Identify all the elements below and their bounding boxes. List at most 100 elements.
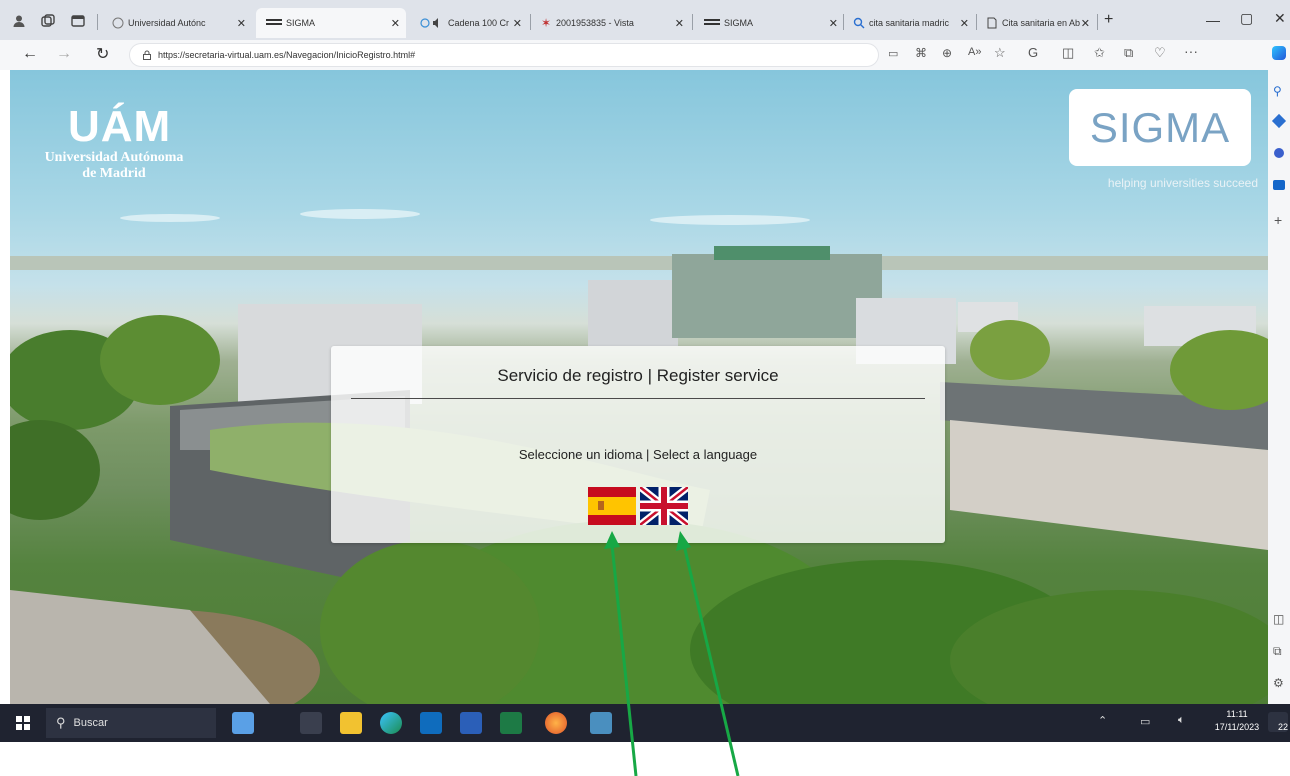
tab-label: Cadena 100 Cr xyxy=(448,18,510,28)
collections-icon[interactable]: ⧉ xyxy=(1124,45,1133,61)
app-icon[interactable] xyxy=(590,712,612,734)
close-tab-icon[interactable]: ✕ xyxy=(237,17,246,30)
firefox-icon[interactable] xyxy=(545,712,567,734)
workspaces-icon[interactable] xyxy=(40,13,56,29)
forward-arrow-icon[interactable]: → xyxy=(56,45,72,63)
copilot-icon[interactable] xyxy=(1272,46,1286,60)
uam-name: Universidad Autónoma de Madrid xyxy=(26,150,202,182)
favorite-star-icon[interactable]: ☆ xyxy=(994,45,1006,61)
address-bar[interactable]: https://secretaria-virtual.uam.es/Navega… xyxy=(130,44,878,66)
sigma-favicon-icon xyxy=(266,18,282,28)
minimize-icon[interactable]: — xyxy=(1206,12,1220,28)
tab-label: SIGMA xyxy=(724,18,754,28)
close-tab-icon[interactable]: ✕ xyxy=(675,17,684,30)
new-tab-button[interactable]: + xyxy=(1104,11,1113,29)
sigma-logo: SIGMA xyxy=(1069,89,1251,166)
sidebar-search-icon[interactable]: ⚲ xyxy=(1273,84,1282,98)
sidebar-shopping-icon[interactable] xyxy=(1271,113,1287,129)
tab-label: cita sanitaria madric xyxy=(869,18,950,28)
screenshot-margin xyxy=(0,742,1290,776)
notification-count: 22 xyxy=(1277,722,1288,732)
audio-playing-icon xyxy=(420,17,444,29)
tab-actions-icon[interactable] xyxy=(70,13,86,29)
notification-button[interactable]: 22 xyxy=(1268,712,1288,732)
tray-volume-icon[interactable]: 🔈︎ xyxy=(1178,714,1185,727)
tab-universidad[interactable]: Universidad Autónc ✕ xyxy=(102,8,252,38)
uam-logo: UÁM xyxy=(68,102,172,151)
task-view-icon[interactable] xyxy=(300,712,322,734)
browser-tab-bar: Universidad Autónc ✕ SIGMA ✕ Cadena 100 … xyxy=(0,0,1290,40)
sidebar-external-icon[interactable]: ⧉ xyxy=(1273,644,1282,659)
panel-title: Servicio de registro | Register service xyxy=(497,366,779,385)
favorites-icon[interactable]: ✩ xyxy=(1094,45,1105,61)
close-tab-icon[interactable]: ✕ xyxy=(391,17,400,30)
search-icon xyxy=(853,17,865,29)
uam-name-line2: de Madrid xyxy=(82,166,146,181)
refresh-icon[interactable]: ↻ xyxy=(96,44,109,64)
uk-flag-icon xyxy=(637,484,691,528)
extension-icon[interactable]: G xyxy=(1028,45,1038,60)
tab-cita-abierta[interactable]: Cita sanitaria en Ab ✕ xyxy=(978,8,1096,38)
apps-icon[interactable]: ⌘ xyxy=(915,46,927,60)
word-icon[interactable] xyxy=(460,712,482,734)
excel-icon[interactable] xyxy=(500,712,522,734)
more-options-icon[interactable]: ··· xyxy=(1184,43,1198,59)
tray-network-icon[interactable]: ▭ xyxy=(1140,715,1150,728)
close-tab-icon[interactable]: ✕ xyxy=(513,17,522,30)
read-aloud-icon[interactable]: A» xyxy=(968,46,981,58)
register-panel: Servicio de registro | Register service … xyxy=(331,346,945,543)
search-icon: ⚲ xyxy=(56,715,66,730)
back-arrow-icon[interactable]: ← xyxy=(22,45,38,63)
address-toolbar: ← → ↻ https://secretaria-virtual.uam.es/… xyxy=(0,40,1290,70)
tab-label: Universidad Autónc xyxy=(128,18,206,28)
tab-label: SIGMA xyxy=(286,18,316,28)
edge-icon[interactable] xyxy=(380,712,402,734)
tab-cadena100[interactable]: Cadena 100 Cr ✕ xyxy=(410,8,528,38)
sidebar-settings-icon[interactable]: ⚙ xyxy=(1273,676,1284,690)
url-text: https://secretaria-virtual.uam.es/Navega… xyxy=(158,50,416,60)
profile-icon[interactable] xyxy=(12,14,26,28)
tab-search-cita[interactable]: cita sanitaria madric ✕ xyxy=(845,8,975,38)
tray-time: 11:11 xyxy=(1226,709,1248,719)
sidebar-split-icon[interactable]: ◫ xyxy=(1273,612,1284,626)
tab-sigma-active[interactable]: SIGMA ✕ xyxy=(256,8,406,38)
uk-flag-button[interactable] xyxy=(637,484,691,528)
lock-icon xyxy=(142,50,152,60)
tab-sigma-2[interactable]: SIGMA ✕ xyxy=(694,8,844,38)
star-favicon-icon: ✶ xyxy=(540,16,552,30)
windows-taskbar: ⚲ Buscar xyxy=(0,704,1290,742)
outlook-icon[interactable] xyxy=(420,712,442,734)
spain-flag-button[interactable] xyxy=(588,487,636,525)
globe-icon xyxy=(112,17,124,29)
sigma-tagline: helping universities succeed xyxy=(1107,176,1258,190)
language-prompt: Seleccione un idioma | Select a language xyxy=(518,447,758,462)
widgets-icon[interactable] xyxy=(232,712,254,734)
tab-vista[interactable]: ✶ 2001953835 - Vista ✕ xyxy=(532,8,690,38)
zoom-icon[interactable]: ⊕ xyxy=(942,46,952,60)
tray-date: 17/11/2023 xyxy=(1214,722,1260,732)
reader-view-icon[interactable]: ▭ xyxy=(888,47,898,60)
sidebar-outlook-icon[interactable] xyxy=(1273,180,1285,190)
uam-name-line1: Universidad Autónoma xyxy=(44,150,184,165)
panel-divider xyxy=(351,398,925,399)
sigma-favicon-icon xyxy=(704,18,720,28)
close-tab-icon[interactable]: ✕ xyxy=(960,17,969,30)
split-screen-icon[interactable]: ◫ xyxy=(1062,45,1074,61)
close-tab-icon[interactable]: ✕ xyxy=(1081,17,1090,30)
close-window-icon[interactable]: ✕ xyxy=(1274,10,1286,27)
sidebar-add-icon[interactable]: + xyxy=(1274,212,1282,228)
maximize-icon[interactable]: ▢ xyxy=(1240,10,1253,27)
close-tab-icon[interactable]: ✕ xyxy=(829,17,838,30)
document-icon xyxy=(986,17,998,29)
tray-clock[interactable]: 11:11 17/11/2023 xyxy=(1212,708,1262,734)
sigma-logo-text: SIGMA xyxy=(1089,103,1231,151)
tab-label: Cita sanitaria en Ab xyxy=(1002,18,1081,28)
tray-chevron-icon[interactable]: ⌃ xyxy=(1098,714,1107,727)
taskbar-search-box[interactable]: ⚲ Buscar xyxy=(46,708,216,738)
windows-start-icon[interactable] xyxy=(16,716,30,730)
tab-label: 2001953835 - Vista xyxy=(556,18,634,28)
sidebar-tools-icon[interactable] xyxy=(1274,148,1284,158)
performance-icon[interactable]: ♡ xyxy=(1154,45,1166,61)
taskbar-search-placeholder: Buscar xyxy=(73,717,108,729)
file-explorer-icon[interactable] xyxy=(340,712,362,734)
